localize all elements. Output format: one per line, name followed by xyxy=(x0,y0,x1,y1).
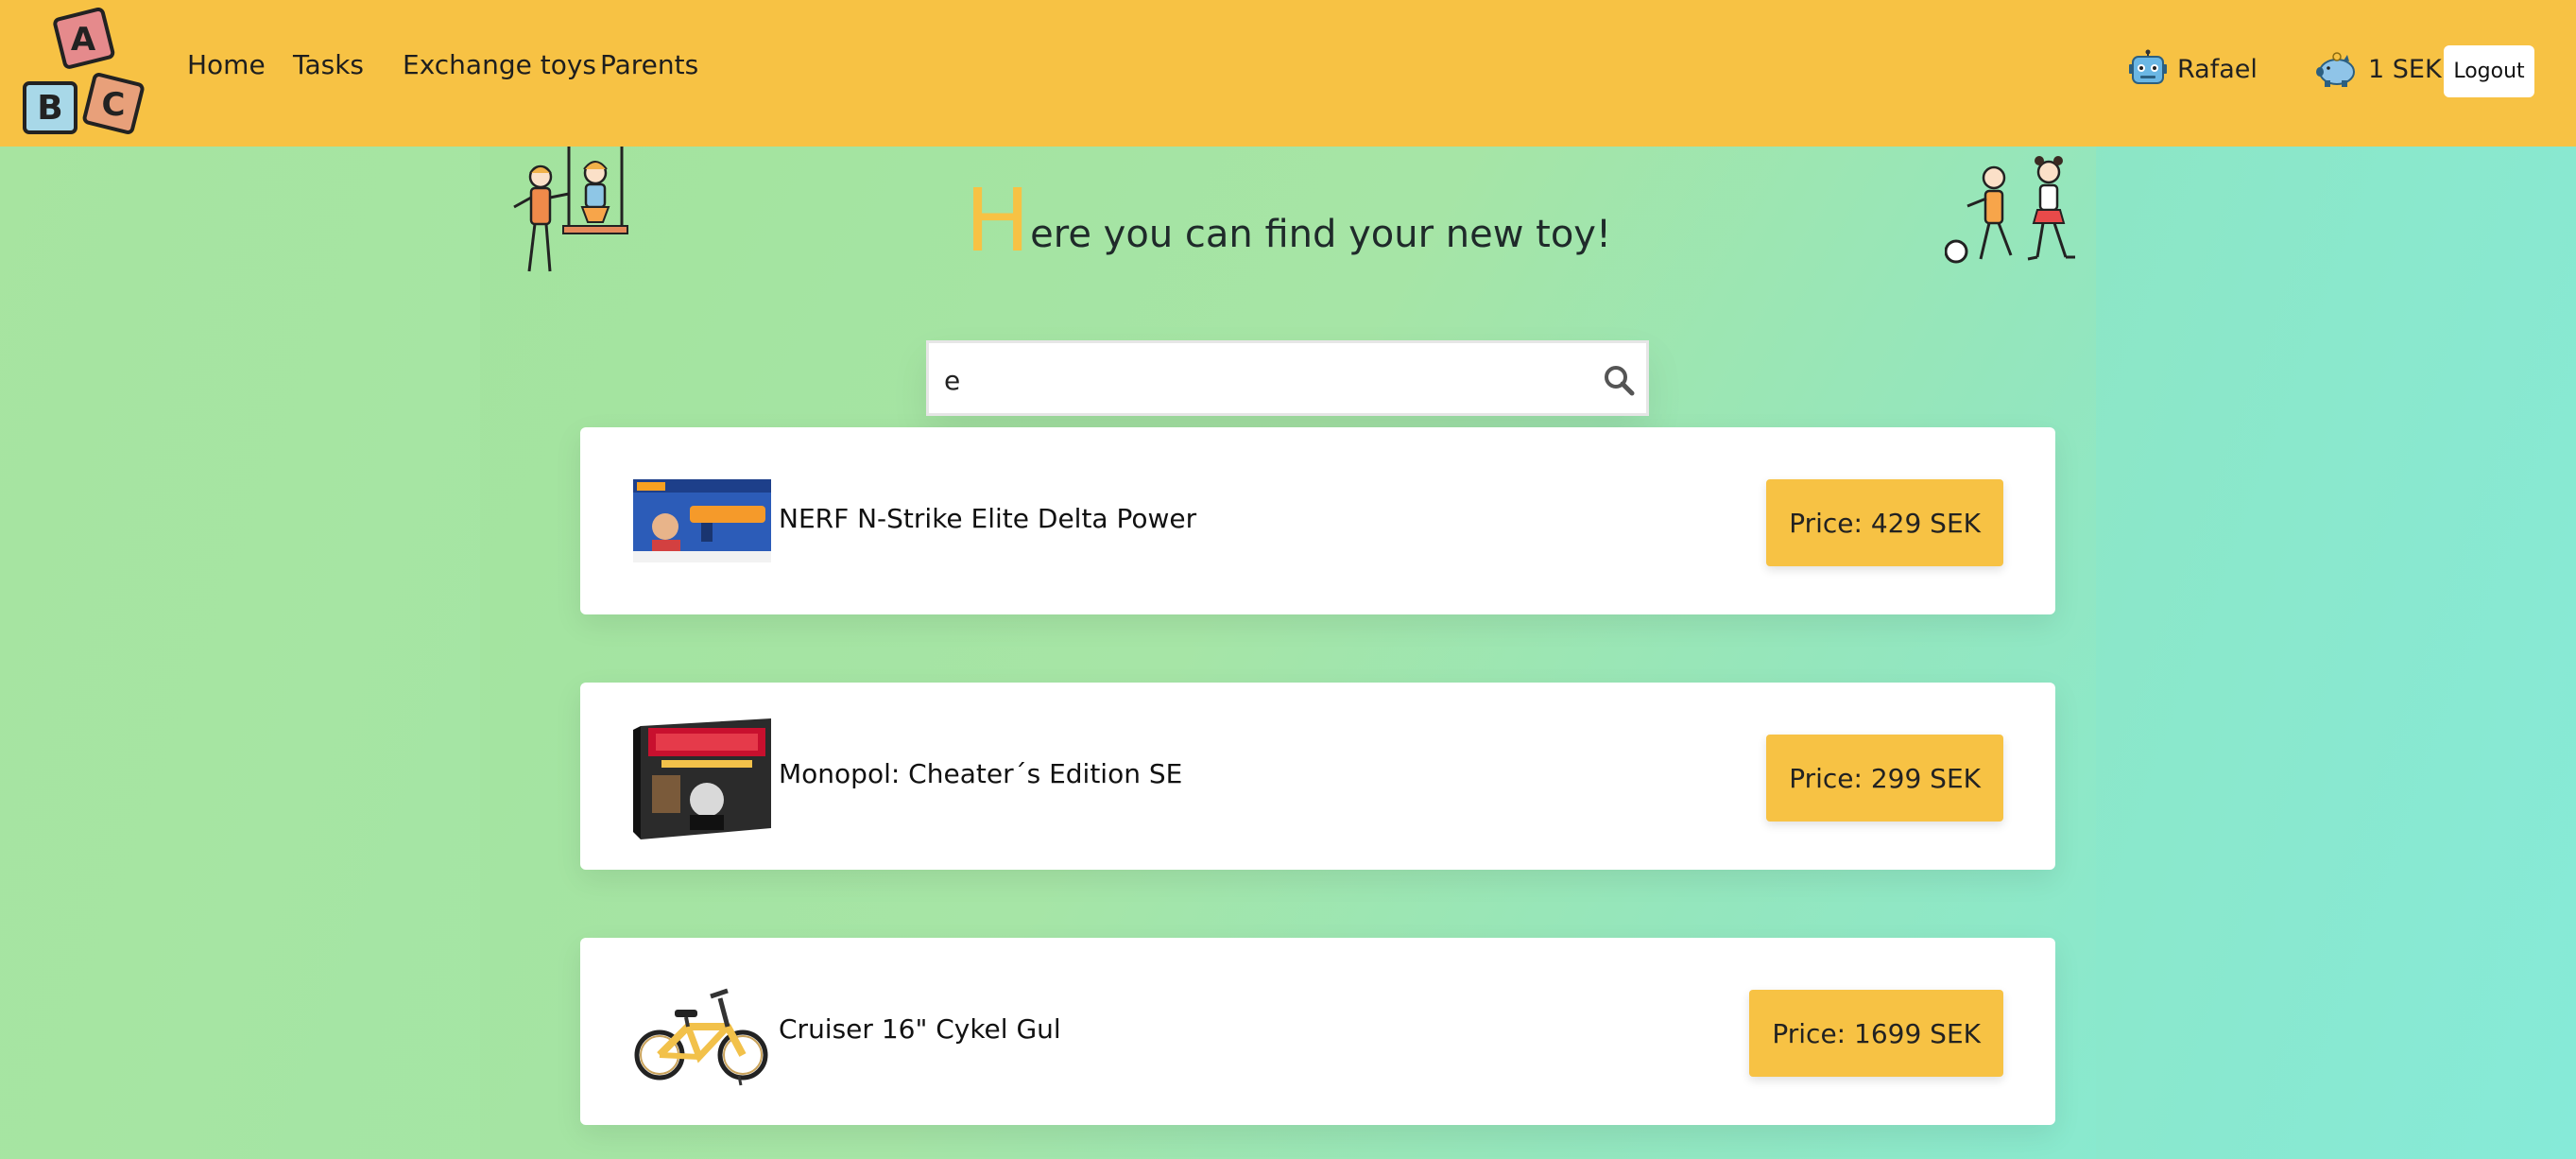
product-card[interactable]: Monopol: Cheater´s Edition SE Price: 299… xyxy=(580,683,2055,870)
logo-letter-c: C xyxy=(102,86,126,124)
product-name[interactable]: Monopol: Cheater´s Edition SE xyxy=(779,758,1182,789)
wallet-balance[interactable]: 1 SEK xyxy=(2315,49,2442,89)
abc-blocks-logo[interactable]: A B C xyxy=(21,8,149,138)
robot-avatar-icon xyxy=(2129,49,2167,84)
user-name: Rafael xyxy=(2177,54,2258,84)
piggy-bank-icon xyxy=(2316,52,2355,87)
search-icon[interactable] xyxy=(1603,364,1635,396)
navbar: A B C Home Tasks Exchange toys Parents R… xyxy=(0,0,2576,147)
logout-button[interactable]: Logout xyxy=(2444,45,2534,97)
heading-text: ere you can find your new toy! xyxy=(1030,213,1612,256)
search-box xyxy=(926,340,1649,416)
monopoly-product-image xyxy=(633,718,771,839)
product-card[interactable]: NERF N-Strike Elite Delta Power Price: 4… xyxy=(580,427,2055,614)
logo-letter-b: B xyxy=(37,89,62,128)
user-profile[interactable]: Rafael xyxy=(2128,49,2258,89)
page-heading: Here you can find your new toy! xyxy=(0,170,2576,271)
search-input[interactable] xyxy=(942,356,1570,404)
nav-exchange-toys[interactable]: Exchange toys xyxy=(403,49,596,80)
nav-tasks[interactable]: Tasks xyxy=(293,49,364,80)
product-card[interactable]: Cruiser 16" Cykel Gul Price: 1699 SEK xyxy=(580,938,2055,1125)
nerf-product-image xyxy=(633,479,771,562)
product-name[interactable]: NERF N-Strike Elite Delta Power xyxy=(779,503,1196,534)
price-button[interactable]: Price: 299 SEK xyxy=(1766,735,2003,822)
price-button[interactable]: Price: 429 SEK xyxy=(1766,479,2003,566)
nav-home[interactable]: Home xyxy=(187,49,266,80)
product-name[interactable]: Cruiser 16" Cykel Gul xyxy=(779,1013,1061,1045)
bicycle-product-image xyxy=(634,988,768,1086)
logo-letter-a: A xyxy=(71,21,96,59)
heading-first-letter: H xyxy=(964,170,1031,271)
balance-amount: 1 SEK xyxy=(2368,54,2442,84)
nav-parents[interactable]: Parents xyxy=(600,49,698,80)
price-button[interactable]: Price: 1699 SEK xyxy=(1749,990,2003,1077)
